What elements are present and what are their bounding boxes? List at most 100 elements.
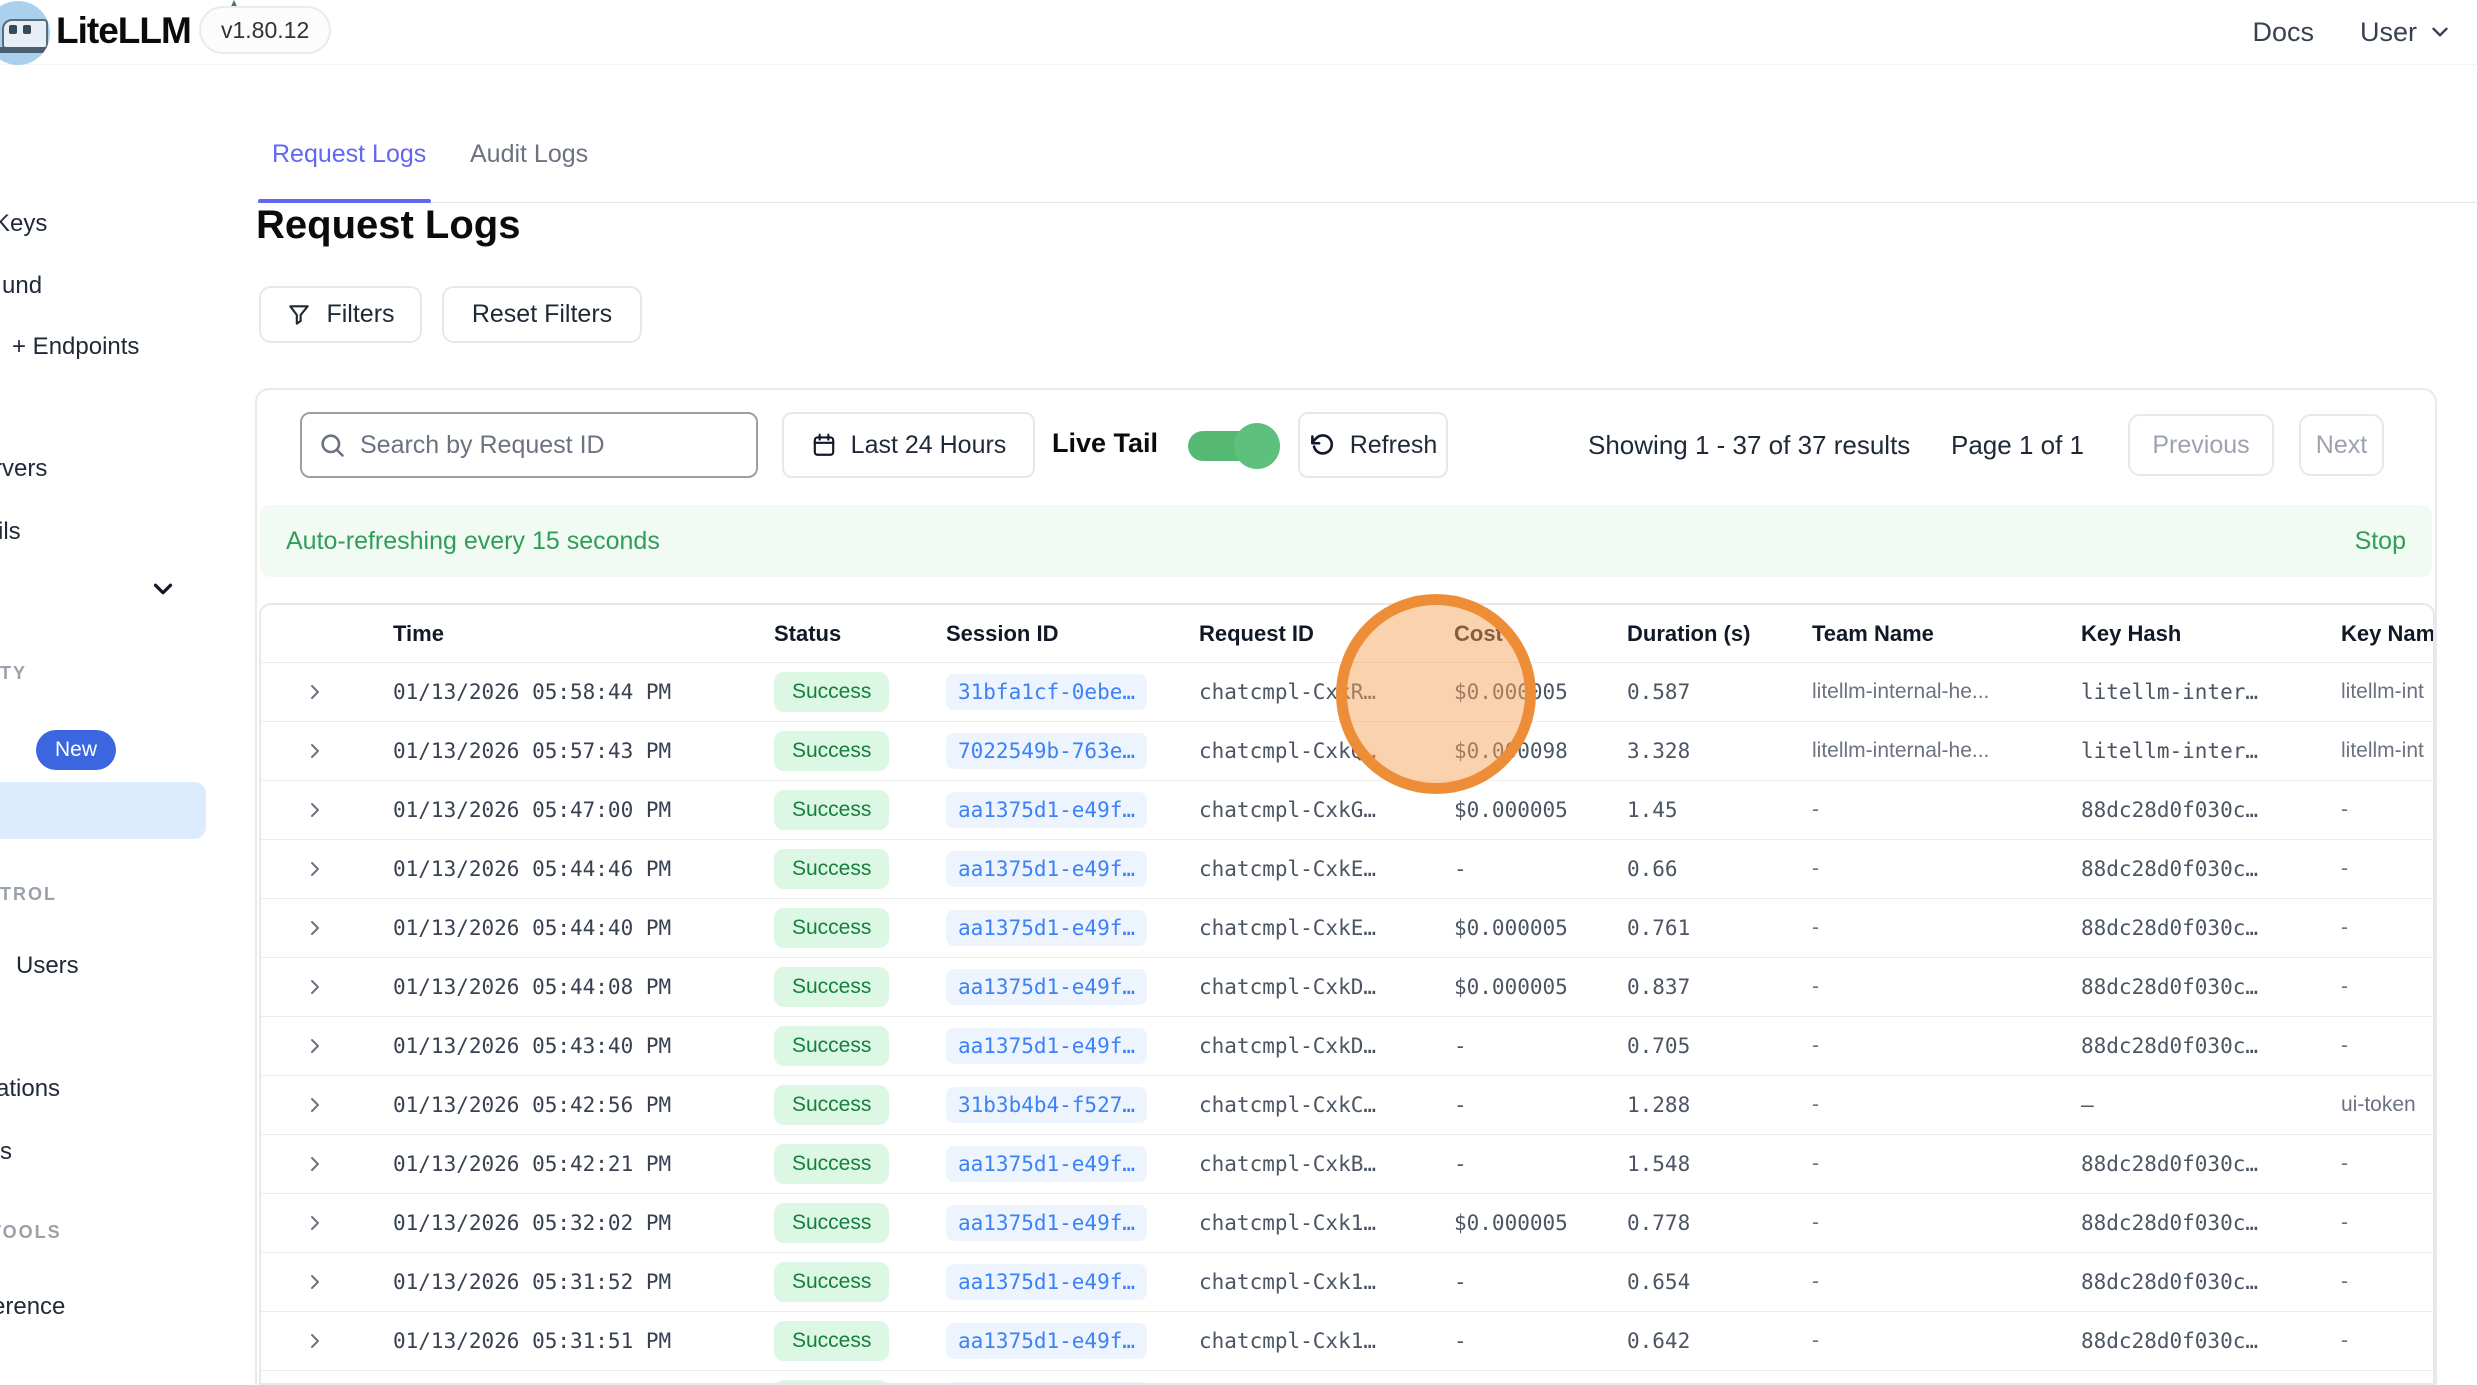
status-badge: Success xyxy=(774,1144,889,1184)
expand-row-chevron-icon[interactable] xyxy=(261,1034,393,1058)
expand-row-chevron-icon[interactable] xyxy=(261,1152,393,1176)
key-name-cell: ui-token xyxy=(2341,1093,2433,1117)
time-range-button[interactable]: Last 24 Hours xyxy=(782,412,1035,478)
table-row: 01/13/2026 05:31:51 PM Success aa1375d1-… xyxy=(261,1312,2433,1371)
team-name-cell: - xyxy=(1812,857,2081,881)
sidebar-item-keys[interactable]: Keys xyxy=(0,210,47,238)
table-header-row: Time Status Session ID Request ID Cost D… xyxy=(261,605,2433,663)
session-id-link[interactable]: 7022549b-763e… xyxy=(946,733,1147,769)
sidebar-item-teams[interactable]: s xyxy=(0,1138,12,1166)
key-name-cell: - xyxy=(2341,798,2433,822)
table-row: 01/13/2026 05:47:00 PM Success aa1375d1-… xyxy=(261,781,2433,840)
duration-cell: 0.778 xyxy=(1627,1211,1812,1235)
sidebar-collapse-chevron-icon[interactable] xyxy=(148,574,178,604)
key-name-cell: - xyxy=(2341,857,2433,881)
chevron-down-icon xyxy=(2427,19,2453,45)
live-tail-toggle[interactable] xyxy=(1188,428,1284,464)
key-hash-cell: 88dc28d0f030c… xyxy=(2081,916,2341,940)
sidebar-item-endpoints[interactable]: + Endpoints xyxy=(12,333,139,361)
sidebar-item-guardrails[interactable]: ils xyxy=(0,518,21,546)
calendar-icon xyxy=(811,432,837,458)
request-id-cell: chatcmpl-CxkE… xyxy=(1199,857,1454,881)
previous-page-button[interactable]: Previous xyxy=(2128,414,2274,476)
key-name-cell: - xyxy=(2341,1270,2433,1294)
cost-cell: $0.000005 xyxy=(1454,916,1627,940)
duration-cell: 0.66 xyxy=(1627,857,1812,881)
expand-row-chevron-icon[interactable] xyxy=(261,1093,393,1117)
time-cell: 01/13/2026 05:43:40 PM xyxy=(393,1034,774,1058)
funnel-icon xyxy=(286,302,312,328)
session-id-link[interactable]: aa1375d1-e49f… xyxy=(946,969,1147,1005)
sidebar-item-organizations[interactable]: ations xyxy=(0,1075,60,1103)
search-input[interactable] xyxy=(358,430,740,461)
sidebar-section-observability: TY xyxy=(0,663,27,684)
docs-link[interactable]: Docs xyxy=(2252,17,2314,48)
auto-refresh-banner: Auto-refreshing every 15 seconds Stop xyxy=(260,505,2432,577)
refresh-label: Refresh xyxy=(1350,431,1438,460)
status-badge: Success xyxy=(774,1321,889,1361)
filters-button[interactable]: Filters xyxy=(259,286,422,343)
status-badge: Success xyxy=(774,1203,889,1243)
table-row: 01/13/2026 05:43:40 PM Success aa1375d1-… xyxy=(261,1017,2433,1076)
session-id-link[interactable]: aa1375d1-e49f… xyxy=(946,1146,1147,1182)
search-icon xyxy=(318,431,346,459)
time-cell: 01/13/2026 05:44:40 PM xyxy=(393,916,774,940)
expand-row-chevron-icon[interactable] xyxy=(261,798,393,822)
sidebar-item-servers[interactable]: rvers xyxy=(0,455,47,483)
session-id-link[interactable]: aa1375d1-e49f… xyxy=(946,1028,1147,1064)
key-name-cell: - xyxy=(2341,1152,2433,1176)
toggle-knob xyxy=(1234,423,1280,469)
sidebar-item-users[interactable]: Users xyxy=(16,952,79,980)
tab-audit-logs[interactable]: Audit Logs xyxy=(470,140,588,169)
time-cell: 01/13/2026 05:42:56 PM xyxy=(393,1093,774,1117)
status-badge: Success xyxy=(774,672,889,712)
sidebar-item-playground[interactable]: und xyxy=(2,272,42,300)
sidebar-section-tools: TOOLS xyxy=(0,1222,62,1243)
live-tail-label: Live Tail xyxy=(1052,428,1158,459)
expand-row-chevron-icon[interactable] xyxy=(261,680,393,704)
status-badge: Success xyxy=(774,790,889,830)
column-header-time: Time xyxy=(393,621,774,647)
key-hash-cell: 88dc28d0f030c… xyxy=(2081,798,2341,822)
user-menu-label: User xyxy=(2360,17,2417,48)
user-menu[interactable]: User xyxy=(2360,17,2453,48)
session-id-link[interactable]: aa1375d1-e49f… xyxy=(946,910,1147,946)
sidebar-item-api-reference[interactable]: erence xyxy=(0,1293,65,1321)
session-id-link[interactable]: aa1375d1-e49f… xyxy=(946,1264,1147,1300)
status-badge: Success xyxy=(774,1085,889,1125)
expand-row-chevron-icon[interactable] xyxy=(261,975,393,999)
column-header-key-name: Key Name xyxy=(2341,621,2433,647)
refresh-button[interactable]: Refresh xyxy=(1298,412,1448,478)
expand-row-chevron-icon[interactable] xyxy=(261,1329,393,1353)
tab-request-logs[interactable]: Request Logs xyxy=(272,140,426,169)
cost-cell: - xyxy=(1454,1329,1627,1353)
new-badge: New xyxy=(36,730,116,770)
sidebar-item-logs-selected[interactable] xyxy=(0,782,206,839)
session-id-link[interactable]: aa1375d1-e49f… xyxy=(946,792,1147,828)
table-row: 01/13/2026 05:58:44 PM Success 31bfa1cf-… xyxy=(261,663,2433,722)
expand-row-chevron-icon[interactable] xyxy=(261,857,393,881)
session-id-link[interactable]: aa1375d1-e49f… xyxy=(946,851,1147,887)
column-header-request: Request ID xyxy=(1199,621,1454,647)
expand-row-chevron-icon[interactable] xyxy=(261,1270,393,1294)
expand-row-chevron-icon[interactable] xyxy=(261,1211,393,1235)
stop-auto-refresh-link[interactable]: Stop xyxy=(2355,527,2406,556)
team-name-cell: - xyxy=(1812,916,2081,940)
next-page-button[interactable]: Next xyxy=(2299,414,2384,476)
team-name-cell: - xyxy=(1812,1211,2081,1235)
expand-row-chevron-icon[interactable] xyxy=(261,916,393,940)
expand-row-chevron-icon[interactable] xyxy=(261,739,393,763)
status-badge: Success xyxy=(774,849,889,889)
key-hash-cell: litellm-inter… xyxy=(2081,739,2341,763)
session-id-link[interactable]: 31bfa1cf-0ebe… xyxy=(946,674,1147,710)
reset-filters-button[interactable]: Reset Filters xyxy=(442,286,642,343)
refresh-icon xyxy=(1309,432,1336,459)
key-hash-cell: – xyxy=(2081,1093,2341,1117)
session-id-link[interactable]: 31b3b4b4-f527… xyxy=(946,1087,1147,1123)
key-name-cell: litellm-int xyxy=(2341,680,2433,704)
team-name-cell: - xyxy=(1812,798,2081,822)
session-id-link[interactable]: aa1375d1-e49f… xyxy=(946,1205,1147,1241)
session-id-link[interactable]: aa1375d1-e49f… xyxy=(946,1323,1147,1359)
table-row: 01/13/2026 05:42:56 PM Success 31b3b4b4-… xyxy=(261,1076,2433,1135)
filters-button-label: Filters xyxy=(326,300,394,329)
